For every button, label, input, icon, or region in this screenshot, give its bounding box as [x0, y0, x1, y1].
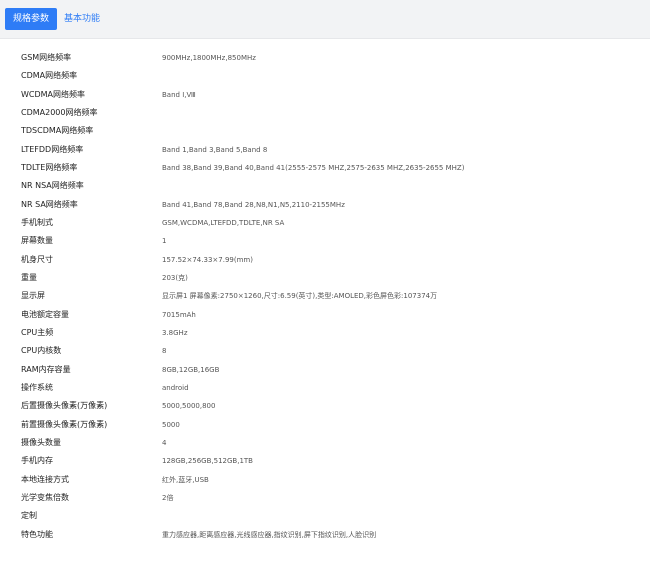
- spec-row: 机身尺寸 157.52×74.33×7.99(mm): [0, 251, 650, 269]
- tab-bar: 规格参数 基本功能: [0, 0, 650, 38]
- spec-label: 摄像头数量: [21, 437, 61, 447]
- spec-row: 手机制式 GSM,WCDMA,LTEFDD,TDLTE,NR SA: [0, 214, 650, 232]
- spec-value: 红外,蓝牙,USB: [162, 475, 209, 484]
- spec-label: CPU内核数: [21, 346, 62, 356]
- spec-row: 操作系统 android: [0, 379, 650, 397]
- spec-row: LTEFDD网络频率 Band 1,Band 3,Band 5,Band 8: [0, 141, 650, 159]
- spec-row: 特色功能 重力感应器,距离感应器,光线感应器,指纹识别,屏下指纹识别,人脸识别: [0, 526, 650, 544]
- spec-row: CDMA2000网络频率: [0, 104, 650, 122]
- spec-label: 前置摄像头像素(万像素): [21, 419, 108, 429]
- spec-label: 本地连接方式: [21, 474, 69, 484]
- spec-panel: GSM网络频率 900MHz,1800MHz,850MHz CDMA网络频率 W…: [0, 38, 650, 563]
- spec-row: CDMA网络频率: [0, 67, 650, 85]
- spec-label: 显示屏: [21, 291, 45, 301]
- tab-basic-functions[interactable]: 基本功能: [64, 8, 100, 30]
- spec-value: android: [162, 383, 189, 392]
- spec-row: 光学变焦倍数 2倍: [0, 489, 650, 507]
- spec-label: GSM网络频率: [21, 53, 72, 62]
- spec-row: 手机内存 128GB,256GB,512GB,1TB: [0, 452, 650, 470]
- spec-value: 2倍: [162, 493, 174, 502]
- spec-row: CPU内核数 8: [0, 342, 650, 360]
- spec-label: CPU主频: [21, 327, 54, 337]
- spec-value: 900MHz,1800MHz,850MHz: [162, 54, 256, 62]
- spec-row: 电池额定容量 7015mAh: [0, 306, 650, 324]
- spec-label: NR SA网络频率: [21, 199, 78, 209]
- spec-label: TDLTE网络频率: [21, 162, 78, 172]
- spec-label: 电池额定容量: [21, 309, 69, 319]
- spec-value: GSM,WCDMA,LTEFDD,TDLTE,NR SA: [162, 218, 285, 227]
- spec-label: TDSCDMA网络频率: [21, 126, 94, 136]
- spec-list: GSM网络频率 900MHz,1800MHz,850MHz CDMA网络频率 W…: [0, 49, 650, 544]
- spec-value: 128GB,256GB,512GB,1TB: [162, 457, 253, 466]
- spec-row: TDSCDMA网络频率: [0, 122, 650, 140]
- spec-row: 本地连接方式 红外,蓝牙,USB: [0, 471, 650, 489]
- spec-value: 1: [162, 237, 167, 246]
- spec-row: 显示屏 显示屏1 屏幕像素:2750×1260,尺寸:6.59(英寸),类型:A…: [0, 287, 650, 305]
- spec-row: TDLTE网络频率 Band 38,Band 39,Band 40,Band 4…: [0, 159, 650, 177]
- spec-label: 重量: [21, 272, 37, 282]
- spec-value: 5000: [162, 420, 180, 429]
- spec-label: 特色功能: [21, 529, 53, 539]
- spec-label: LTEFDD网络频率: [21, 144, 84, 154]
- spec-label: WCDMA网络频率: [21, 89, 86, 99]
- spec-label: 光学变焦倍数: [21, 492, 69, 502]
- spec-value: Band 41,Band 78,Band 28,N8,N1,N5,2110-21…: [162, 200, 345, 209]
- spec-label: CDMA网络频率: [21, 71, 78, 81]
- spec-row: 前置摄像头像素(万像素) 5000: [0, 416, 650, 434]
- spec-label: 机身尺寸: [21, 254, 53, 264]
- spec-label: 定制: [21, 511, 37, 521]
- spec-label: NR NSA网络频率: [21, 181, 84, 191]
- spec-value: 203(克): [162, 273, 188, 282]
- spec-value: 8: [162, 347, 167, 356]
- spec-label: 屏幕数量: [21, 236, 53, 246]
- spec-row: 重量 203(克): [0, 269, 650, 287]
- spec-label: RAM内存容量: [21, 364, 71, 374]
- spec-value: 3.8GHz: [162, 328, 188, 337]
- spec-row: 后置摄像头像素(万像素) 5000,5000,800: [0, 397, 650, 415]
- spec-row: RAM内存容量 8GB,12GB,16GB: [0, 361, 650, 379]
- spec-value: 157.52×74.33×7.99(mm): [162, 255, 253, 264]
- spec-row: NR SA网络频率 Band 41,Band 78,Band 28,N8,N1,…: [0, 196, 650, 214]
- spec-value: 7015mAh: [162, 310, 196, 319]
- spec-row: 摄像头数量 4: [0, 434, 650, 452]
- spec-label: 操作系统: [21, 382, 53, 392]
- spec-value: 4: [162, 438, 167, 447]
- spec-value: Band 38,Band 39,Band 40,Band 41(2555-257…: [162, 163, 465, 172]
- spec-label: 后置摄像头像素(万像素): [21, 401, 108, 411]
- spec-value: 重力感应器,距离感应器,光线感应器,指纹识别,屏下指纹识别,人脸识别: [162, 530, 377, 539]
- spec-row: 定制: [0, 507, 650, 525]
- spec-row: CPU主频 3.8GHz: [0, 324, 650, 342]
- spec-label: 手机制式: [21, 217, 53, 227]
- spec-label: 手机内存: [21, 456, 53, 466]
- spec-row: NR NSA网络频率: [0, 177, 650, 195]
- tab-specs[interactable]: 规格参数: [5, 8, 57, 30]
- spec-value: 8GB,12GB,16GB: [162, 365, 220, 374]
- spec-value: Band Ⅰ,Ⅷ: [162, 90, 196, 99]
- spec-row: 屏幕数量 1: [0, 232, 650, 250]
- spec-row: WCDMA网络频率 Band Ⅰ,Ⅷ: [0, 86, 650, 104]
- spec-label: CDMA2000网络频率: [21, 107, 98, 117]
- spec-value: Band 1,Band 3,Band 5,Band 8: [162, 145, 268, 154]
- spec-row: GSM网络频率 900MHz,1800MHz,850MHz: [0, 49, 650, 67]
- spec-value: 显示屏1 屏幕像素:2750×1260,尺寸:6.59(英寸),类型:AMOLE…: [162, 292, 438, 301]
- spec-value: 5000,5000,800: [162, 402, 216, 411]
